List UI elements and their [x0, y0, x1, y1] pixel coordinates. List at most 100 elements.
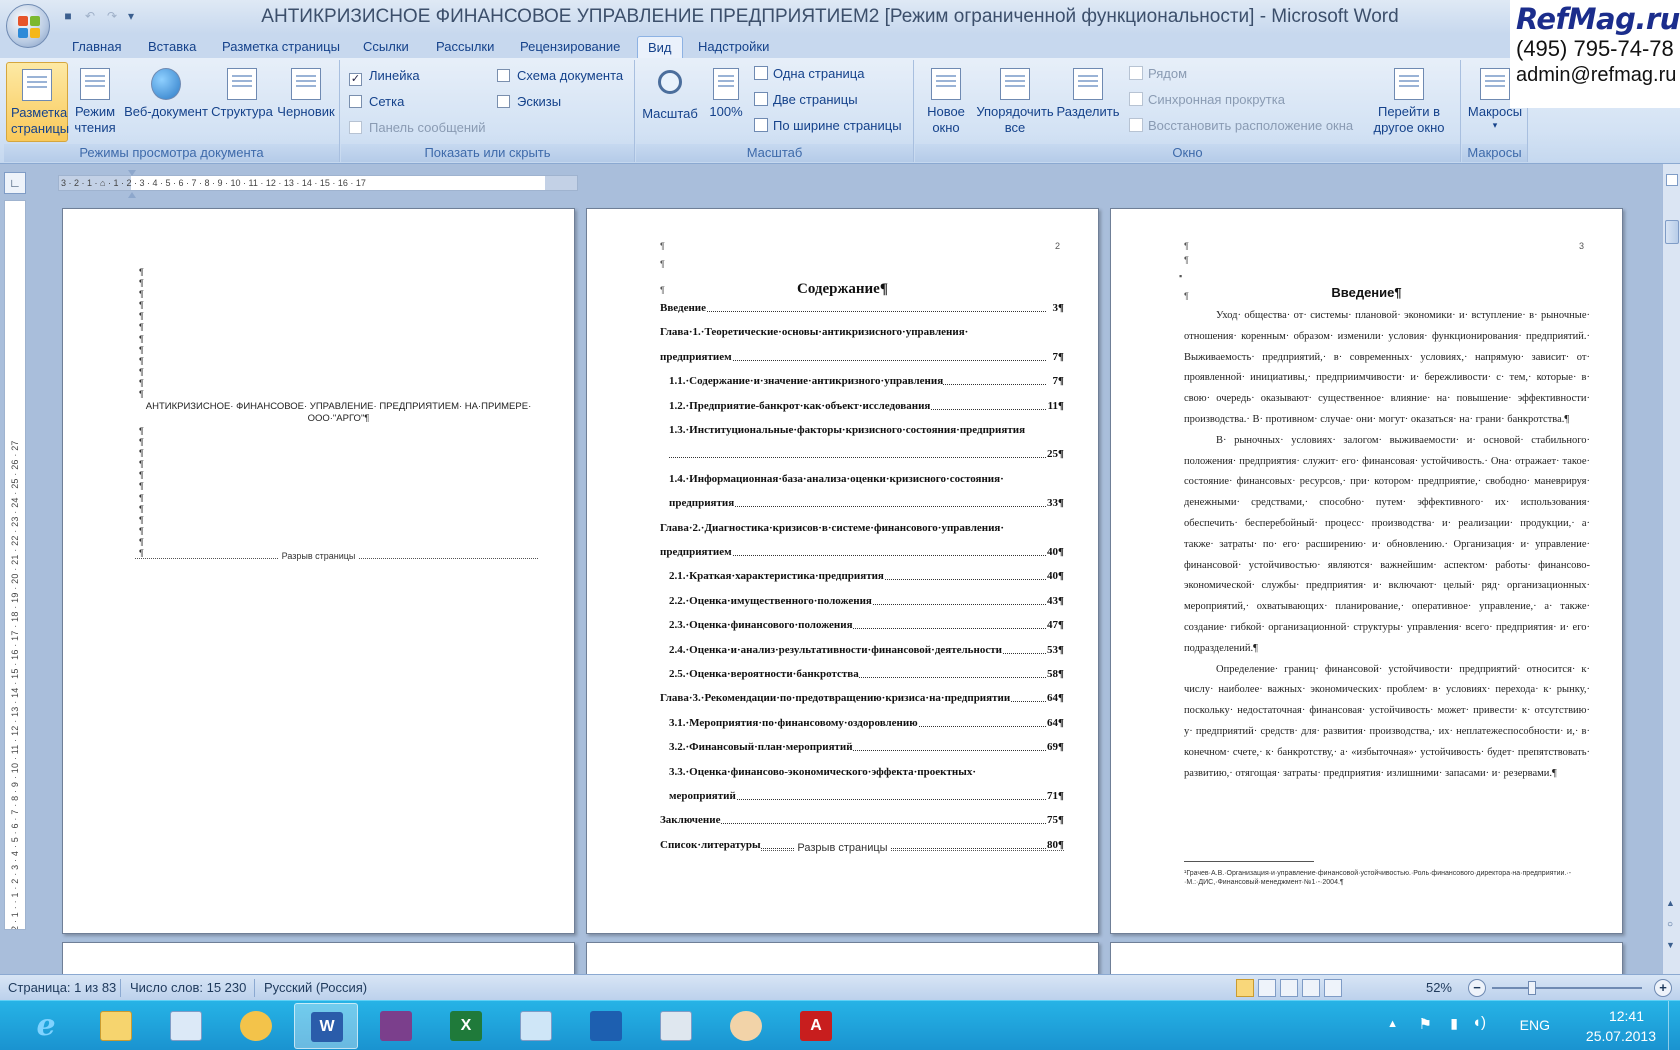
view-ruler-toggle[interactable] — [1662, 164, 1680, 198]
ruler-checkbox[interactable]: ✓ Линейка — [349, 66, 420, 86]
scrollbar-thumb[interactable] — [1665, 220, 1679, 244]
language-status[interactable]: Русский (Россия) — [264, 980, 367, 995]
taskbar-acrobat[interactable]: A — [784, 1003, 848, 1049]
tab-mailings[interactable]: Рассылки — [426, 36, 504, 58]
network-icon[interactable]: ▮ — [1450, 1015, 1458, 1032]
zoom-percent[interactable]: 52% — [1426, 980, 1452, 995]
customize-qat-icon[interactable]: ▾ — [126, 8, 136, 24]
word-count-status[interactable]: Число слов: 15 230 — [130, 980, 246, 995]
vertical-ruler[interactable]: 2 · 1 · · 1 · 2 · 3 · 4 · 5 · 6 · 7 · 8 … — [4, 200, 26, 930]
zoom-slider-thumb[interactable] — [1528, 981, 1536, 995]
toc-entry[interactable]: 3.1.·Мероприятия·по·финансовому·оздоровл… — [669, 716, 1064, 730]
previous-page-icon[interactable]: ▲ — [1666, 898, 1675, 908]
toc-entry[interactable]: 3.3.·Оценка·финансово-экономического·эфф… — [669, 765, 1064, 779]
toc-entry[interactable]: 1.3.·Институциональные·факторы·кризисног… — [669, 423, 1064, 437]
toc-entry[interactable]: мероприятий 71¶ — [669, 789, 1064, 803]
web-view-icon[interactable] — [1280, 979, 1298, 997]
reading-view-icon[interactable] — [1258, 979, 1276, 997]
taskbar-paint[interactable] — [714, 1003, 778, 1049]
tab-references[interactable]: Ссылки — [353, 36, 419, 58]
taskbar-app-9[interactable] — [574, 1003, 638, 1049]
input-language-indicator[interactable]: ENG — [1520, 1017, 1550, 1033]
tab-view[interactable]: Вид — [637, 36, 683, 58]
office-button[interactable] — [6, 4, 50, 48]
action-center-flag-icon[interactable]: ⚑ — [1419, 1015, 1432, 1033]
toc-entry[interactable]: Введение 3¶ — [660, 301, 1064, 315]
outline-button[interactable]: Структура — [210, 62, 274, 142]
message-bar-checkbox[interactable]: Панель сообщений — [349, 118, 486, 138]
toc-entry[interactable]: 2.3.·Оценка·финансового·положения 47¶ — [669, 618, 1064, 632]
print-layout-view-icon[interactable] — [1236, 979, 1254, 997]
synchronous-scrolling-button[interactable]: Синхронная прокрутка — [1129, 90, 1285, 110]
taskbar-excel[interactable]: X — [434, 1003, 498, 1049]
document-page-1[interactable]: ¶ ¶ ¶ ¶ ¶ ¶ ¶ ¶ ¶ ¶ ¶ ¶ АНТИКРИЗИСНОЕ· ФИНАНСОВОЕ· … — [62, 208, 575, 934]
show-desktop-button[interactable] — [1668, 1001, 1680, 1050]
toc-entry[interactable]: 2.4.·Оценка·и·анализ·результативности·фи… — [669, 643, 1064, 657]
full-screen-reading-button[interactable]: Режим чтения — [70, 62, 120, 142]
toc-entry[interactable]: 1.4.·Информационная·база·анализа·оценки·… — [669, 472, 1064, 486]
split-button[interactable]: Разделить — [1055, 62, 1121, 142]
left-indent-marker[interactable] — [128, 190, 136, 198]
taskbar-app-3[interactable] — [154, 1003, 218, 1049]
page-width-button[interactable]: По ширине страницы — [754, 116, 902, 136]
taskbar-app-8[interactable] — [504, 1003, 568, 1049]
taskbar-app-4[interactable] — [224, 1003, 288, 1049]
toc-entry[interactable]: 2.1.·Краткая·характеристика·предприятия 4… — [669, 569, 1064, 583]
toc-entry[interactable]: 2.2.·Оценка·имущественного·положения 43¶ — [669, 594, 1064, 608]
view-side-by-side-button[interactable]: Рядом — [1129, 64, 1187, 84]
thumbnails-checkbox[interactable]: Эскизы — [497, 92, 561, 112]
switch-windows-button[interactable]: Перейти в другое окно — [1363, 62, 1455, 142]
toc-entry[interactable]: Заключение 75¶ — [660, 813, 1064, 827]
horizontal-ruler[interactable]: 3 · 2 · 1 · ⌂ · 1 · 2 · 3 · 4 · 5 · 6 · … — [58, 175, 578, 191]
reset-window-position-button[interactable]: Восстановить расположение окна — [1129, 116, 1353, 136]
show-hidden-icons-icon[interactable]: ▲ — [1387, 1018, 1398, 1030]
taskbar-explorer[interactable] — [84, 1003, 148, 1049]
tab-home[interactable]: Главная — [62, 36, 131, 58]
outline-view-icon[interactable] — [1302, 979, 1320, 997]
next-page-icon[interactable]: ▼ — [1666, 940, 1675, 950]
toc-entry[interactable]: предприятием 40¶ — [660, 545, 1064, 559]
taskbar-winrar[interactable] — [364, 1003, 428, 1049]
tab-review[interactable]: Рецензирование — [510, 36, 630, 58]
draft-view-icon[interactable] — [1324, 979, 1342, 997]
toc-entry[interactable]: 2.5.·Оценка·вероятности·банкротства 58¶ — [669, 667, 1064, 681]
zoom-button[interactable]: Масштаб — [638, 62, 702, 142]
new-window-button[interactable]: Новое окно — [919, 62, 973, 142]
toc-entry[interactable]: Глава·3.·Рекомендации·по·предотвращению·… — [660, 691, 1064, 705]
redo-icon[interactable]: ↷ — [104, 8, 120, 24]
document-page-5[interactable] — [586, 942, 1099, 974]
toc-entry[interactable]: предприятия 33¶ — [669, 496, 1064, 510]
first-line-indent-marker[interactable] — [128, 170, 136, 178]
browse-object-icon[interactable]: ○ — [1667, 919, 1673, 930]
one-page-button[interactable]: Одна страница — [754, 64, 864, 84]
zoom-slider[interactable] — [1492, 987, 1642, 989]
grid-checkbox[interactable]: Сетка — [349, 92, 404, 112]
zoom-100-button[interactable]: 100% — [702, 62, 750, 142]
document-page-2[interactable]: ¶ ¶ ¶ 2 Содержание¶ Введение 3¶ Глава·1.·Т… — [586, 208, 1099, 934]
taskbar-internet-explorer[interactable]: e — [14, 1003, 78, 1049]
zoom-out-icon[interactable]: − — [1468, 979, 1486, 997]
arrange-all-button[interactable]: Упорядочить все — [973, 62, 1057, 142]
toc-entry[interactable]: Глава·1.·Теоретические·основы·антикризис… — [660, 325, 1064, 339]
tab-insert[interactable]: Вставка — [138, 36, 206, 58]
taskbar-word[interactable]: W — [294, 1003, 358, 1049]
tab-addins[interactable]: Надстройки — [688, 36, 779, 58]
toc-entry[interactable]: Глава·2.·Диагностика·кризисов·в·системе·… — [660, 521, 1064, 535]
draft-button[interactable]: Черновик — [274, 62, 338, 142]
toc-entry[interactable]: 1.2.·Предприятие-банкрот·как·объект·иссл… — [669, 399, 1064, 413]
document-page-6[interactable] — [1110, 942, 1623, 974]
tab-page-layout[interactable]: Разметка страницы — [212, 36, 350, 58]
clock-date[interactable]: 25.07.2013 — [1586, 1028, 1656, 1044]
tab-selector-button[interactable]: ∟ — [4, 172, 26, 194]
taskbar-calculator[interactable] — [644, 1003, 708, 1049]
clock-time[interactable]: 12:41 — [1609, 1008, 1644, 1024]
undo-icon[interactable]: ↶ — [82, 8, 98, 24]
document-area[interactable]: ¶ ¶ ¶ ¶ ¶ ¶ ¶ ¶ ¶ ¶ ¶ ¶ АНТИКРИЗИСНОЕ· ФИНАНСОВОЕ· … — [30, 198, 1662, 974]
document-page-4[interactable] — [62, 942, 575, 974]
page-count-status[interactable]: Страница: 1 из 83 — [8, 980, 116, 995]
toc-entry[interactable]: предприятием 7¶ — [660, 350, 1064, 364]
vertical-scrollbar[interactable]: ▲ ○ ▼ — [1662, 198, 1680, 974]
zoom-in-icon[interactable]: + — [1654, 979, 1672, 997]
print-layout-button[interactable]: Разметка страницы — [6, 62, 69, 142]
two-pages-button[interactable]: Две страницы — [754, 90, 858, 110]
